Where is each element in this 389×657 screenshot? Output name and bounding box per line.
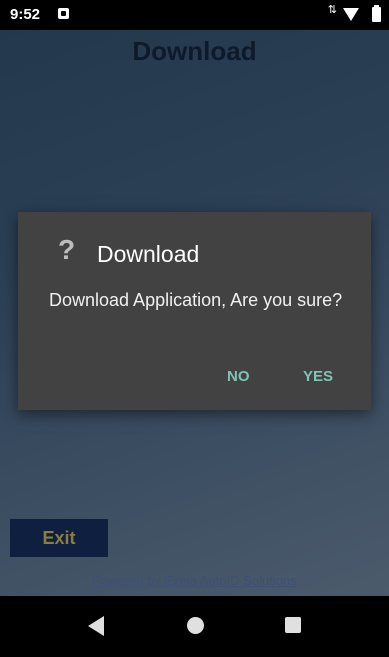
home-icon[interactable] (187, 617, 204, 634)
dialog-title: Download (97, 241, 200, 267)
dialog-message: Download Application, Are you sure? (49, 290, 343, 310)
battery-icon (372, 5, 381, 22)
help-icon: ? (58, 234, 76, 265)
back-icon[interactable] (88, 616, 104, 636)
status-time: 9:52 (10, 6, 41, 23)
navigation-bar (0, 596, 389, 657)
page-title: Download (132, 36, 257, 66)
footer-link[interactable]: Powered by Exeia AutoID Solutions (0, 573, 389, 588)
status-bar: 9:52 ⇅ (0, 0, 389, 30)
yes-button[interactable]: YES (303, 368, 333, 385)
wifi-icon (343, 8, 359, 21)
data-activity-icon: ⇅ (327, 4, 337, 16)
recents-icon[interactable] (285, 617, 301, 633)
no-button[interactable]: NO (227, 368, 250, 385)
notification-icon (58, 8, 69, 19)
exit-button[interactable]: Exit (10, 519, 108, 557)
download-dialog: ? Download Download Application, Are you… (18, 212, 371, 410)
